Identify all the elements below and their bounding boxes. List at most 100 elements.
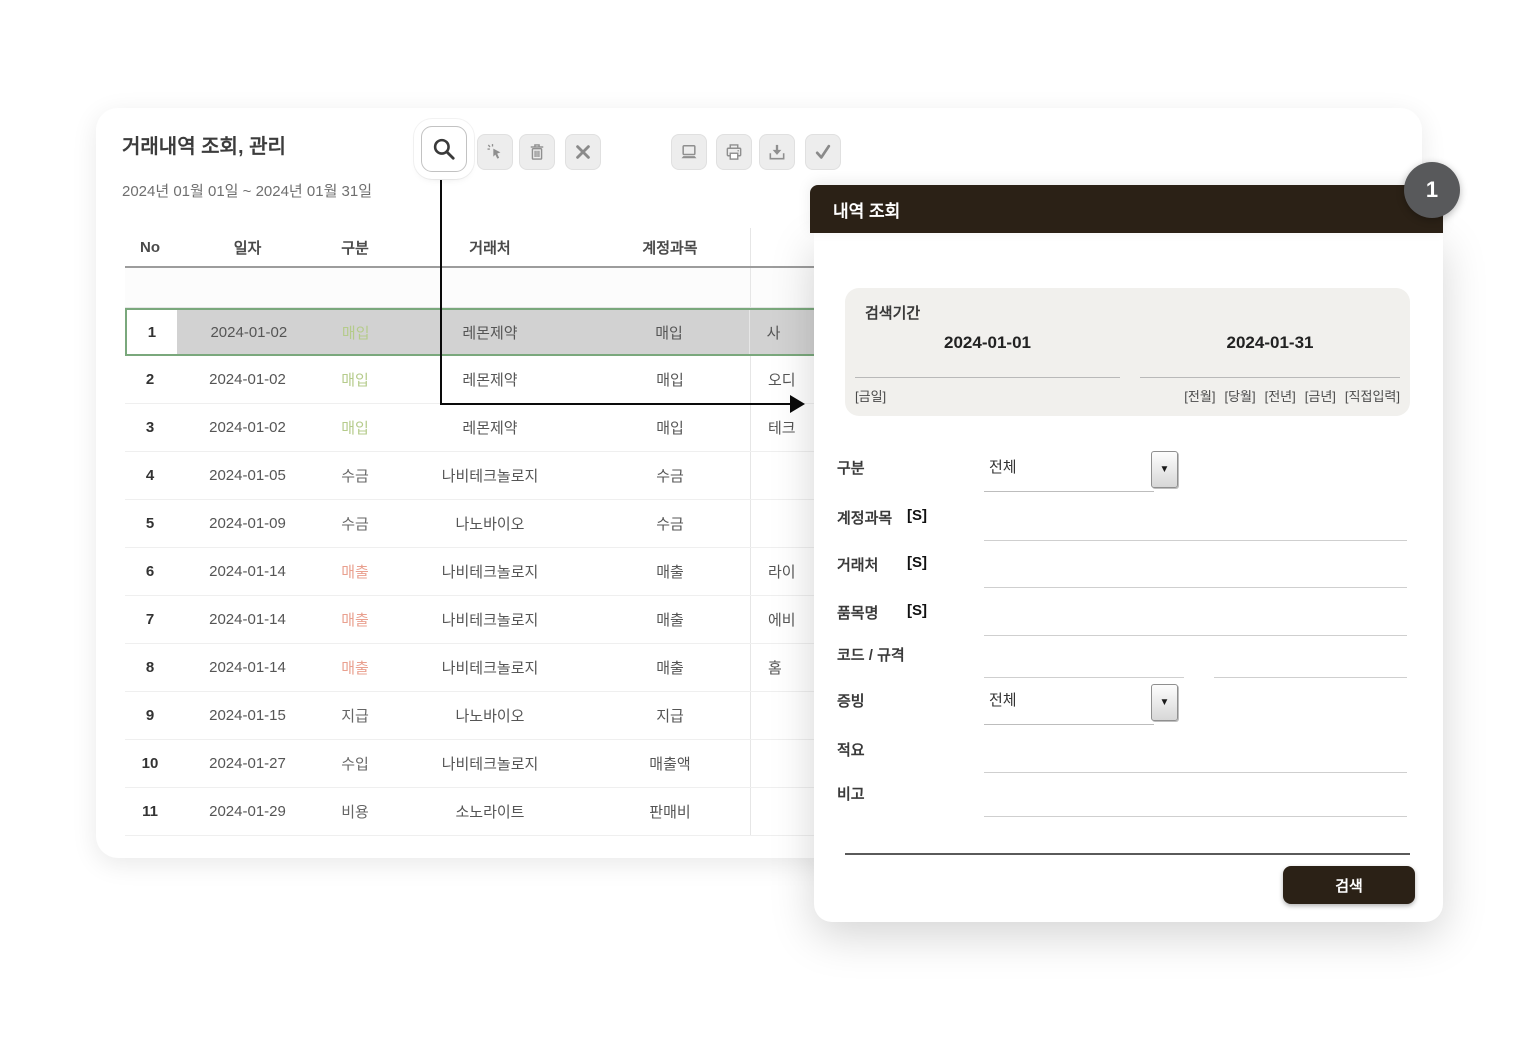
row-number-cell: 5: [145, 515, 155, 532]
field-input[interactable]: [984, 598, 1407, 636]
date-cell: 2024-01-14: [209, 563, 286, 580]
quick-period-links: [금일] [전월] [당월] [전년] [금년] [직접입력]: [855, 386, 1400, 405]
table-row[interactable]: 6 2024-01-14 매출 나비테크놀로지 매출 라이: [125, 548, 870, 596]
account-cell: 수금: [656, 516, 684, 533]
date-cell: 2024-01-15: [209, 707, 286, 724]
field-input[interactable]: [984, 550, 1407, 588]
field-input-code[interactable]: [984, 640, 1184, 678]
printer-icon: [726, 144, 742, 160]
field-search-tag: [S]: [907, 507, 927, 524]
annotation-arrow-horizontal-line: [440, 403, 792, 405]
period-label: 검색기간: [865, 305, 921, 322]
row-number-cell: 4: [145, 467, 155, 484]
table-row[interactable]: 8 2024-01-14 매출 나비테크놀로지 매출 홈: [125, 644, 870, 692]
client-cell: 나노바이오: [455, 516, 525, 533]
close-button[interactable]: [565, 134, 601, 170]
field-search-tag: [S]: [907, 554, 927, 571]
row-number-cell: 11: [142, 803, 158, 820]
client-cell: 나비테크놀로지: [441, 612, 539, 629]
table-row[interactable]: 4 2024-01-05 수금 나비테크놀로지 수금: [125, 452, 870, 500]
field-select[interactable]: 전체 ▼: [984, 451, 1178, 492]
account-cell: 매입: [589, 310, 749, 354]
search-period-panel: 검색기간 2024-01-01 2024-01-31 [금일] [전월] [당월]…: [845, 288, 1410, 416]
client-cell: 나비테크놀로지: [441, 756, 539, 773]
account-cell: 매출: [656, 564, 684, 581]
form-field-row: 비고: [837, 781, 1417, 823]
filter-cell: [390, 268, 590, 307]
dropdown-arrow-button[interactable]: ▼: [1151, 684, 1178, 721]
field-input[interactable]: [984, 735, 1407, 773]
quick-link[interactable]: [직접입력]: [1345, 389, 1400, 404]
select-value: 전체: [989, 459, 1017, 476]
confirm-button[interactable]: [805, 134, 841, 170]
row-number-cell: 3: [145, 419, 155, 436]
download-button[interactable]: [759, 134, 795, 170]
date-cell: 2024-01-05: [209, 467, 286, 484]
row-number-cell: 2: [145, 371, 155, 388]
table-row[interactable]: 2 2024-01-02 매입 레몬제약 매입 오디: [125, 356, 870, 404]
account-cell: 매출: [656, 660, 684, 677]
quick-link-today[interactable]: [금일]: [855, 386, 886, 405]
field-input[interactable]: [984, 503, 1407, 541]
form-field-row: 구분 전체 ▼: [837, 451, 1417, 497]
popup-search-button[interactable]: 검색: [1283, 866, 1415, 904]
popup-titlebar: 내역 조회: [810, 185, 1443, 233]
page-title: 거래내역 조회, 관리: [122, 136, 286, 158]
date-from-underline: [855, 377, 1120, 378]
account-cell: 매입: [656, 420, 684, 437]
table-row[interactable]: 1 2024-01-02 매입 레몬제약 매입 사: [125, 308, 870, 356]
date-cell: 2024-01-29: [209, 803, 286, 820]
quick-link[interactable]: [전월]: [1184, 389, 1215, 404]
row-number-cell: 8: [145, 659, 155, 676]
table-row[interactable]: 10 2024-01-27 수입 나비테크놀로지 매출액: [125, 740, 870, 788]
type-cell: 매입: [341, 372, 369, 389]
filter-cell: [590, 268, 750, 307]
field-search-tag: [S]: [907, 602, 927, 619]
client-cell: 나노바이오: [455, 708, 525, 725]
field-input[interactable]: [984, 779, 1407, 817]
type-cell: 수금: [341, 468, 369, 485]
annotation-arrow-head: [790, 395, 805, 413]
print-button[interactable]: [716, 134, 752, 170]
table-header-row: No 일자 구분 거래처 계정과목: [125, 228, 870, 268]
dropdown-arrow-button[interactable]: ▼: [1151, 451, 1178, 488]
row-number-cell: 9: [145, 707, 155, 724]
client-cell: 레몬제약: [390, 310, 590, 354]
field-label: 증빙: [837, 693, 865, 710]
client-cell: 레몬제약: [462, 420, 518, 437]
date-cell: 2024-01-02: [209, 419, 286, 436]
client-cell: 레몬제약: [462, 372, 518, 389]
table-row[interactable]: 9 2024-01-15 지급 나노바이오 지급: [125, 692, 870, 740]
table-row[interactable]: 5 2024-01-09 수금 나노바이오 수금: [125, 500, 870, 548]
screen-view-button[interactable]: [671, 134, 707, 170]
field-input-spec[interactable]: [1214, 640, 1407, 678]
field-label: 비고: [837, 786, 865, 803]
date-to-field[interactable]: 2024-01-31: [1140, 333, 1400, 353]
table-row[interactable]: 3 2024-01-02 매입 레몬제약 매입 테크: [125, 404, 870, 452]
type-cell: 지급: [341, 708, 369, 725]
column-header: 거래처: [469, 239, 511, 257]
quick-link[interactable]: [당월]: [1224, 389, 1255, 404]
table-row[interactable]: 11 2024-01-29 비용 소노라이트 판매비: [125, 788, 870, 836]
search-button[interactable]: [421, 126, 467, 172]
account-cell: 수금: [656, 468, 684, 485]
select-row-button[interactable]: [477, 134, 513, 170]
type-cell: 수금: [341, 516, 369, 533]
quick-link[interactable]: [금년]: [1305, 389, 1336, 404]
row-number-cell: 10: [141, 755, 159, 772]
quick-link[interactable]: [전년]: [1265, 389, 1296, 404]
client-cell: 소노라이트: [455, 804, 525, 821]
delete-button[interactable]: [519, 134, 555, 170]
date-cell: 2024-01-14: [209, 659, 286, 676]
field-select[interactable]: 전체 ▼: [984, 684, 1178, 725]
table-row[interactable]: 7 2024-01-14 매출 나비테크놀로지 매출 에비: [125, 596, 870, 644]
date-from-field[interactable]: 2024-01-01: [855, 333, 1120, 353]
column-header: No: [140, 238, 160, 256]
account-cell: 판매비: [649, 804, 691, 821]
magnifier-icon: [433, 138, 455, 160]
type-cell: 매입: [320, 310, 391, 354]
row-number-cell: 6: [145, 563, 155, 580]
field-label: 계정과목: [837, 510, 893, 527]
row-number-cell: 1: [127, 310, 177, 354]
type-cell: 매출: [341, 660, 369, 677]
